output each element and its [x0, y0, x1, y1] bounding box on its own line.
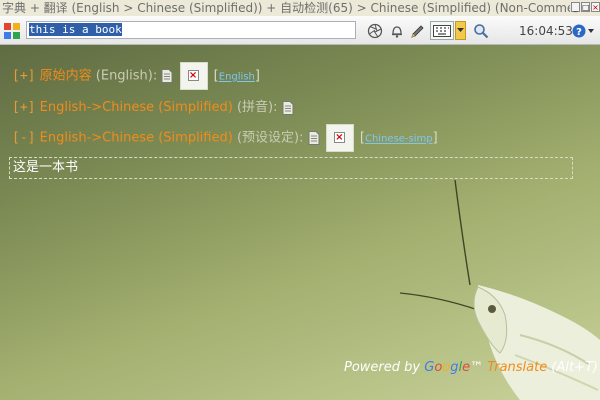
app-logo-icon[interactable]	[3, 22, 21, 40]
magnifier-icon[interactable]	[473, 23, 489, 39]
window-title: 字典 + 翻译 (English > Chinese (Simplified))…	[2, 1, 600, 15]
pencil-icon[interactable]	[410, 23, 426, 39]
broken-image-icon: ×	[187, 70, 199, 81]
powered-by-google-translate: Powered by Google™ Translate (Alt+T)	[344, 360, 598, 375]
powered-by-label: Powered by	[344, 360, 421, 375]
keyboard-button[interactable]	[430, 21, 454, 40]
bell-icon[interactable]	[389, 23, 405, 39]
collapse-toggle[interactable]: [-]	[12, 131, 35, 146]
google-logo: Google	[424, 360, 471, 375]
aperture-icon[interactable]	[367, 23, 383, 39]
keyboard-icon	[433, 25, 451, 37]
section-language: (预设设定):	[236, 130, 304, 146]
section-translation: [-] English->Chinese (Simplified) (预设设定)…	[12, 124, 438, 152]
expand-toggle[interactable]: [+]	[12, 100, 35, 115]
broken-image: ×	[325, 124, 354, 152]
maximize-button[interactable]: □	[581, 2, 590, 12]
window-title-bar: 字典 + 翻译 (English > Chinese (Simplified))…	[0, 0, 600, 16]
section-original: [+] 原始内容 (English): × [English]	[12, 62, 260, 90]
document-icon[interactable]	[308, 131, 320, 145]
help-icon: ?	[572, 24, 594, 38]
shortcut-hint: (Alt+T)	[551, 360, 598, 375]
document-icon[interactable]	[282, 100, 294, 115]
section-title: 原始内容	[39, 68, 92, 84]
section-title: English->Chinese (Simplified)	[39, 130, 233, 146]
broken-image: ×	[179, 62, 208, 90]
minimize-button[interactable]: _	[571, 2, 580, 12]
translation-result[interactable]: 这是一本书	[9, 157, 573, 179]
help-button[interactable]: ?	[572, 23, 596, 39]
svg-text:?: ?	[576, 27, 582, 38]
section-language: (English):	[95, 68, 158, 84]
close-button[interactable]: ×	[591, 2, 600, 12]
toolbar: this is a book 16:04:53 ?	[0, 16, 600, 45]
translate-label: Translate	[487, 360, 548, 375]
broken-image-icon: ×	[333, 132, 345, 143]
section-title: English->Chinese (Simplified)	[39, 100, 233, 115]
section-pinyin: [+] English->Chinese (Simplified) (拼音):	[12, 96, 294, 115]
window-controls: _ □ ×	[570, 2, 600, 14]
keyboard-dropdown-button[interactable]	[455, 21, 466, 40]
expand-toggle[interactable]: [+]	[12, 69, 35, 84]
clock: 16:04:53	[519, 24, 573, 38]
document-icon[interactable]	[161, 69, 173, 83]
language-link-english[interactable]: English	[219, 72, 255, 83]
chevron-down-icon	[457, 28, 464, 32]
search-input[interactable]: this is a book	[26, 21, 356, 39]
language-link-chinese-simp[interactable]: Chinese-simp	[365, 134, 433, 145]
translation-panel: [+] 原始内容 (English): × [English] [+] Engl…	[0, 45, 600, 400]
search-input-value: this is a book	[29, 23, 122, 36]
section-language: (拼音):	[236, 100, 278, 115]
